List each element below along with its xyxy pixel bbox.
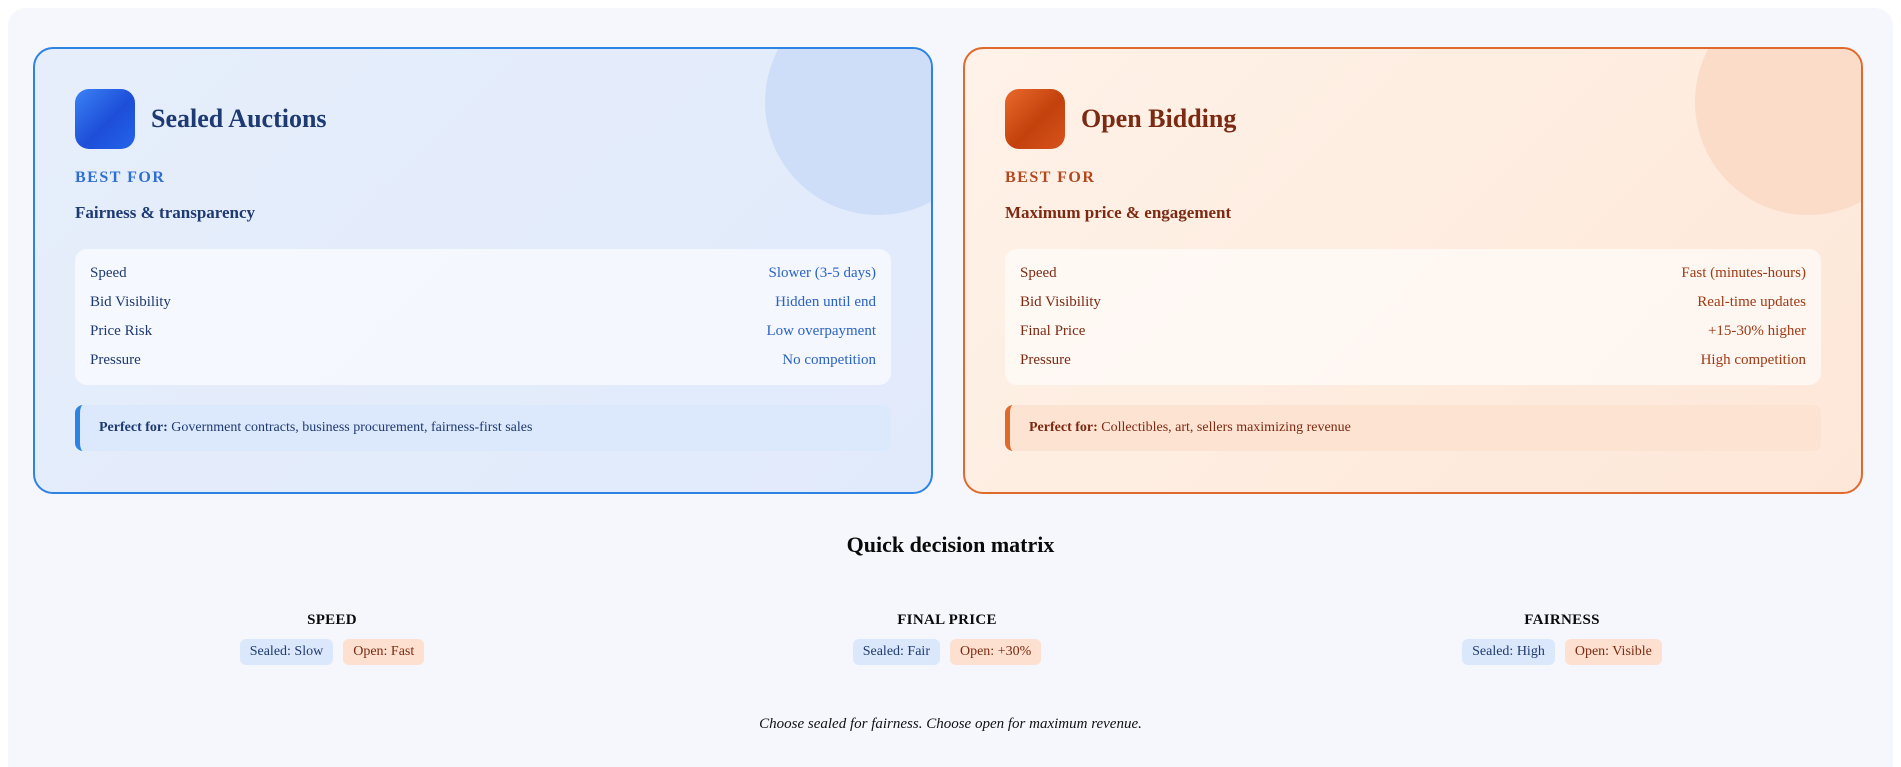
stat-label: Speed: [1020, 265, 1057, 281]
stat-value: Real-time updates: [1697, 294, 1806, 310]
open-pill: Open: +30%: [949, 639, 1042, 665]
stat-label: Pressure: [90, 352, 141, 368]
stat-label: Bid Visibility: [90, 294, 171, 310]
open-best-for-label: BEST FOR: [1005, 169, 1096, 186]
stat-row: Price Risk Low overpayment: [90, 317, 876, 346]
open-bidding-card: Open Bidding BEST FOR Maximum price & en…: [963, 47, 1863, 494]
stat-row: Final Price +15-30% higher: [1020, 317, 1806, 346]
open-pill: Open: Visible: [1564, 639, 1662, 665]
matrix-heading: SPEED: [307, 612, 357, 628]
open-perfect-for: Perfect for: Collectibles, art, sellers …: [1005, 405, 1821, 451]
sealed-card-header: Sealed Auctions: [75, 89, 327, 149]
decorative-circle: [1695, 49, 1861, 215]
sealed-pill: Sealed: Slow: [239, 639, 334, 665]
footer-note: Choose sealed for fairness. Choose open …: [759, 716, 1142, 732]
stat-row: Speed Slower (3-5 days): [90, 259, 876, 288]
stat-row: Pressure High competition: [1020, 346, 1806, 375]
stat-row: Bid Visibility Hidden until end: [90, 288, 876, 317]
matrix-pills: Sealed: High Open: Visible: [1362, 639, 1762, 665]
matrix-column-fairness: FAIRNESS Sealed: High Open: Visible: [1362, 612, 1762, 665]
stat-label: Pressure: [1020, 352, 1071, 368]
open-best-for-value: Maximum price & engagement: [1005, 203, 1232, 222]
perfect-for-text: Collectibles, art, sellers maximizing re…: [1097, 420, 1351, 435]
decorative-circle: [765, 49, 931, 215]
stat-label: Speed: [90, 265, 127, 281]
matrix-title: Quick decision matrix: [846, 532, 1055, 557]
matrix-pills: Sealed: Slow Open: Fast: [132, 639, 532, 665]
stat-value: Hidden until end: [775, 294, 876, 310]
sealed-auctions-card: Sealed Auctions BEST FOR Fairness & tran…: [33, 47, 933, 494]
sealed-pill: Sealed: Fair: [852, 639, 940, 665]
matrix-heading: FAIRNESS: [1524, 612, 1600, 628]
stat-value: Slower (3-5 days): [768, 265, 876, 281]
open-bidding-icon: [1005, 89, 1065, 149]
stat-value: No competition: [782, 352, 876, 368]
comparison-page: Sealed Auctions BEST FOR Fairness & tran…: [8, 8, 1893, 767]
open-card-title: Open Bidding: [1081, 104, 1237, 133]
sealed-pill: Sealed: High: [1462, 639, 1555, 665]
stat-value: Fast (minutes-hours): [1681, 265, 1806, 281]
stat-label: Final Price: [1020, 323, 1086, 339]
perfect-for-text: Government contracts, business procureme…: [167, 420, 533, 435]
stat-value: High competition: [1700, 352, 1806, 368]
matrix-pills: Sealed: Fair Open: +30%: [747, 639, 1147, 665]
open-card-header: Open Bidding: [1005, 89, 1236, 149]
stat-value: Low overpayment: [766, 323, 876, 339]
sealed-perfect-for: Perfect for: Government contracts, busin…: [75, 405, 891, 451]
perfect-for-label: Perfect for:: [1029, 420, 1098, 435]
stat-value: +15-30% higher: [1707, 323, 1806, 339]
sealed-stats-table: Speed Slower (3-5 days) Bid Visibility H…: [75, 249, 891, 385]
open-stats-table: Speed Fast (minutes-hours) Bid Visibilit…: [1005, 249, 1821, 385]
sealed-best-for-label: BEST FOR: [75, 169, 166, 186]
matrix-column-final-price: FINAL PRICE Sealed: Fair Open: +30%: [747, 612, 1147, 665]
matrix-column-speed: SPEED Sealed: Slow Open: Fast: [132, 612, 532, 665]
sealed-card-title: Sealed Auctions: [151, 104, 327, 133]
stat-row: Pressure No competition: [90, 346, 876, 375]
sealed-best-for-value: Fairness & transparency: [75, 203, 256, 222]
perfect-for-label: Perfect for:: [99, 420, 168, 435]
stat-label: Bid Visibility: [1020, 294, 1101, 310]
sealed-auction-icon: [75, 89, 135, 149]
open-pill: Open: Fast: [343, 639, 425, 665]
stat-label: Price Risk: [90, 323, 153, 339]
matrix-heading: FINAL PRICE: [897, 612, 997, 628]
stat-row: Bid Visibility Real-time updates: [1020, 288, 1806, 317]
stat-row: Speed Fast (minutes-hours): [1020, 259, 1806, 288]
